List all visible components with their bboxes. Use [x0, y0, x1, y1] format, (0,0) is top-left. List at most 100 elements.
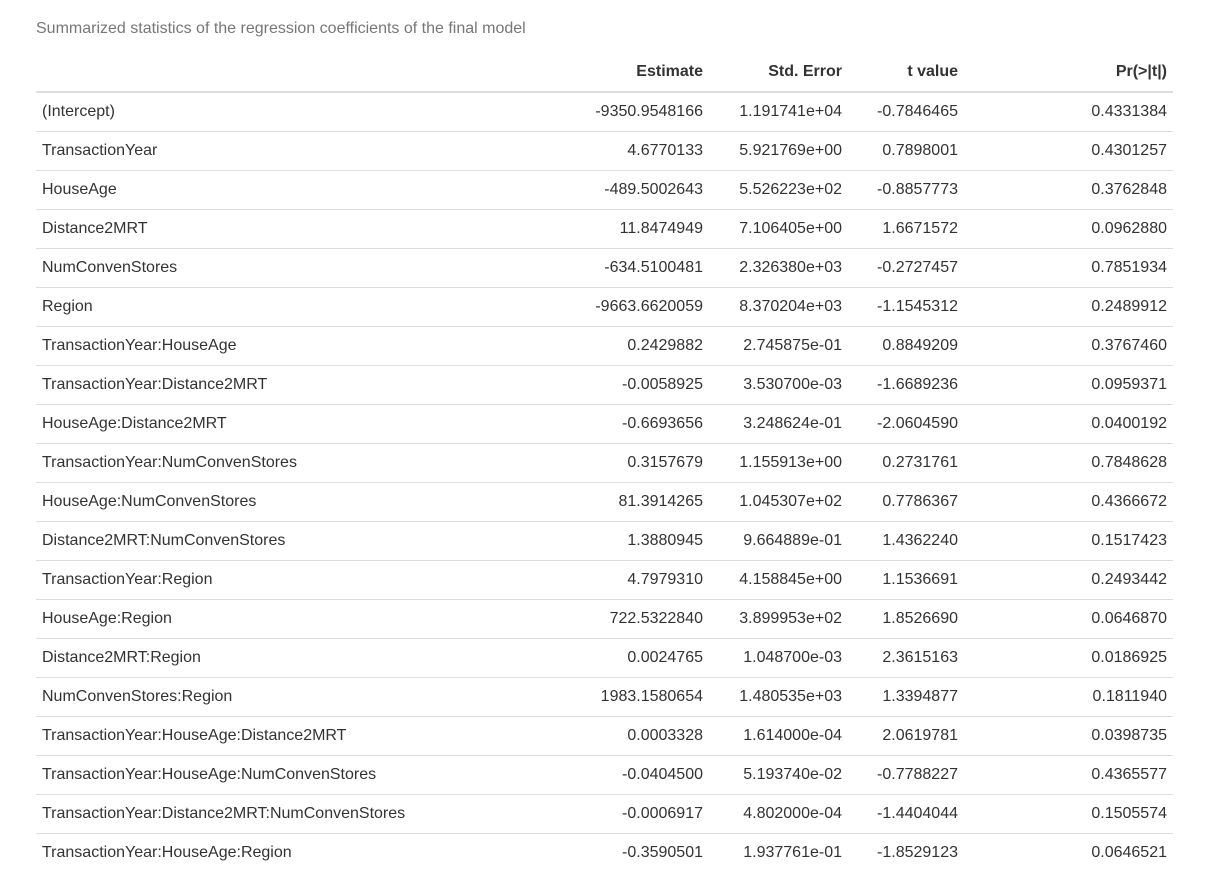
table-caption: Summarized statistics of the regression …	[36, 20, 526, 38]
t-value-cell: 1.3394877	[848, 678, 964, 717]
estimate-cell: 4.7979310	[564, 561, 709, 600]
term-cell: Distance2MRT:NumConvenStores	[36, 522, 564, 561]
estimate-cell: 722.5322840	[564, 600, 709, 639]
t-value-cell: -1.4404044	[848, 795, 964, 834]
std-error-cell: 1.045307e+02	[709, 483, 848, 522]
std-error-cell: 2.745875e-01	[709, 327, 848, 366]
t-value-cell: -0.2727457	[848, 249, 964, 288]
table-row: Distance2MRT:NumConvenStores1.38809459.6…	[36, 522, 1173, 561]
estimate-cell: -0.0058925	[564, 366, 709, 405]
std-error-cell: 1.614000e-04	[709, 717, 848, 756]
header-p-value: Pr(>|t|)	[964, 53, 1173, 92]
estimate-cell: 11.8474949	[564, 210, 709, 249]
t-value-cell: 0.7898001	[848, 132, 964, 171]
table-row: TransactionYear:NumConvenStores0.3157679…	[36, 444, 1173, 483]
estimate-cell: 1983.1580654	[564, 678, 709, 717]
term-cell: TransactionYear:Distance2MRT:NumConvenSt…	[36, 795, 564, 834]
estimate-cell: 0.3157679	[564, 444, 709, 483]
t-value-cell: -2.0604590	[848, 405, 964, 444]
estimate-cell: 81.3914265	[564, 483, 709, 522]
t-value-cell: -1.8529123	[848, 834, 964, 872]
p-value-cell: 0.4366672	[964, 483, 1173, 522]
estimate-cell: -0.3590501	[564, 834, 709, 872]
term-cell: TransactionYear:Distance2MRT	[36, 366, 564, 405]
term-cell: (Intercept)	[36, 92, 564, 132]
table-row: NumConvenStores:Region1983.15806541.4805…	[36, 678, 1173, 717]
table-row: Region-9663.66200598.370204e+03-1.154531…	[36, 288, 1173, 327]
term-cell: HouseAge:NumConvenStores	[36, 483, 564, 522]
p-value-cell: 0.0400192	[964, 405, 1173, 444]
p-value-cell: 0.3762848	[964, 171, 1173, 210]
p-value-cell: 0.0398735	[964, 717, 1173, 756]
p-value-cell: 0.4301257	[964, 132, 1173, 171]
p-value-cell: 0.1811940	[964, 678, 1173, 717]
std-error-cell: 5.526223e+02	[709, 171, 848, 210]
term-cell: Distance2MRT:Region	[36, 639, 564, 678]
t-value-cell: 0.7786367	[848, 483, 964, 522]
t-value-cell: -1.6689236	[848, 366, 964, 405]
table-row: HouseAge-489.50026435.526223e+02-0.88577…	[36, 171, 1173, 210]
estimate-cell: 4.6770133	[564, 132, 709, 171]
std-error-cell: 1.191741e+04	[709, 92, 848, 132]
term-cell: HouseAge	[36, 171, 564, 210]
t-value-cell: 0.8849209	[848, 327, 964, 366]
std-error-cell: 3.530700e-03	[709, 366, 848, 405]
term-cell: NumConvenStores:Region	[36, 678, 564, 717]
estimate-cell: 0.0024765	[564, 639, 709, 678]
term-cell: TransactionYear:Region	[36, 561, 564, 600]
t-value-cell: -0.7846465	[848, 92, 964, 132]
table-row: TransactionYear:Region4.79793104.158845e…	[36, 561, 1173, 600]
t-value-cell: 2.3615163	[848, 639, 964, 678]
table-row: TransactionYear4.67701335.921769e+000.78…	[36, 132, 1173, 171]
p-value-cell: 0.1505574	[964, 795, 1173, 834]
std-error-cell: 3.899953e+02	[709, 600, 848, 639]
p-value-cell: 0.0959371	[964, 366, 1173, 405]
std-error-cell: 1.937761e-01	[709, 834, 848, 872]
estimate-cell: 0.2429882	[564, 327, 709, 366]
header-term	[36, 53, 564, 92]
std-error-cell: 8.370204e+03	[709, 288, 848, 327]
t-value-cell: -0.7788227	[848, 756, 964, 795]
table-row: (Intercept)-9350.95481661.191741e+04-0.7…	[36, 92, 1173, 132]
std-error-cell: 4.158845e+00	[709, 561, 848, 600]
estimate-cell: -9663.6620059	[564, 288, 709, 327]
coefficients-table: Estimate Std. Error t value Pr(>|t|) (In…	[36, 53, 1173, 872]
t-value-cell: 1.4362240	[848, 522, 964, 561]
table-row: Distance2MRT11.84749497.106405e+001.6671…	[36, 210, 1173, 249]
std-error-cell: 2.326380e+03	[709, 249, 848, 288]
std-error-cell: 5.921769e+00	[709, 132, 848, 171]
t-value-cell: 1.1536691	[848, 561, 964, 600]
term-cell: TransactionYear:NumConvenStores	[36, 444, 564, 483]
estimate-cell: -0.0006917	[564, 795, 709, 834]
t-value-cell: -1.1545312	[848, 288, 964, 327]
term-cell: TransactionYear	[36, 132, 564, 171]
term-cell: Distance2MRT	[36, 210, 564, 249]
estimate-cell: 0.0003328	[564, 717, 709, 756]
table-row: Distance2MRT:Region0.00247651.048700e-03…	[36, 639, 1173, 678]
table-body: (Intercept)-9350.95481661.191741e+04-0.7…	[36, 92, 1173, 872]
p-value-cell: 0.2493442	[964, 561, 1173, 600]
p-value-cell: 0.0646521	[964, 834, 1173, 872]
p-value-cell: 0.0646870	[964, 600, 1173, 639]
p-value-cell: 0.1517423	[964, 522, 1173, 561]
std-error-cell: 1.155913e+00	[709, 444, 848, 483]
term-cell: TransactionYear:HouseAge	[36, 327, 564, 366]
estimate-cell: -0.0404500	[564, 756, 709, 795]
p-value-cell: 0.4365577	[964, 756, 1173, 795]
table-row: TransactionYear:Distance2MRT-0.00589253.…	[36, 366, 1173, 405]
header-estimate: Estimate	[564, 53, 709, 92]
term-cell: NumConvenStores	[36, 249, 564, 288]
term-cell: TransactionYear:HouseAge:Region	[36, 834, 564, 872]
term-cell: HouseAge:Region	[36, 600, 564, 639]
p-value-cell: 0.7851934	[964, 249, 1173, 288]
term-cell: HouseAge:Distance2MRT	[36, 405, 564, 444]
table-row: NumConvenStores-634.51004812.326380e+03-…	[36, 249, 1173, 288]
std-error-cell: 5.193740e-02	[709, 756, 848, 795]
t-value-cell: 2.0619781	[848, 717, 964, 756]
p-value-cell: 0.2489912	[964, 288, 1173, 327]
p-value-cell: 0.0962880	[964, 210, 1173, 249]
term-cell: TransactionYear:HouseAge:Distance2MRT	[36, 717, 564, 756]
t-value-cell: 1.6671572	[848, 210, 964, 249]
std-error-cell: 1.480535e+03	[709, 678, 848, 717]
p-value-cell: 0.3767460	[964, 327, 1173, 366]
